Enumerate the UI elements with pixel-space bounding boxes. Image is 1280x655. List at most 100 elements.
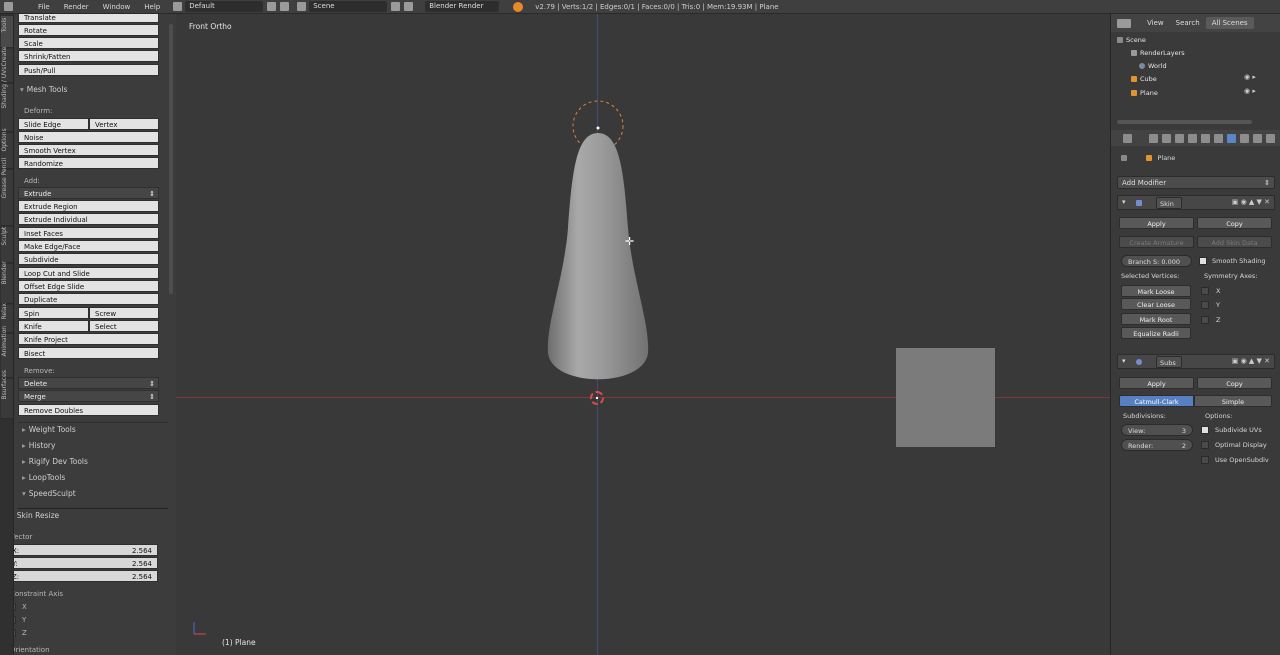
merge-menu[interactable]: Merge ⇕ bbox=[18, 390, 159, 402]
remove-doubles-button[interactable]: Remove Doubles bbox=[18, 404, 159, 416]
subsurf-apply-button[interactable]: Apply bbox=[1119, 377, 1194, 389]
outliner-scrollbar[interactable] bbox=[1117, 120, 1252, 124]
symmetry-z-checkbox[interactable] bbox=[1201, 316, 1209, 324]
constraint-x-checkbox[interactable] bbox=[14, 603, 16, 611]
constraints-tab-icon[interactable] bbox=[1201, 134, 1210, 143]
delete-menu[interactable]: Delete ⇕ bbox=[18, 377, 159, 389]
3d-viewport[interactable]: Front Ortho ✛ (1) Plane bbox=[176, 14, 1110, 655]
subsurf-modifier-header[interactable]: ▾ Subs ▣ ◉ ▲ ▼ ✕ bbox=[1117, 354, 1275, 369]
add-modifier-menu[interactable]: Add Modifier ⇕ bbox=[1117, 176, 1275, 189]
scene-icon[interactable] bbox=[297, 2, 307, 11]
render-engine-select[interactable]: Blender Render bbox=[425, 1, 500, 12]
mark-root-button[interactable]: Mark Root bbox=[1121, 313, 1191, 325]
create-armature-button[interactable]: Create Armature bbox=[1119, 236, 1194, 248]
make-edge-face-button[interactable]: Make Edge/Face bbox=[18, 240, 159, 252]
knife-button[interactable]: Knife bbox=[18, 320, 89, 332]
tab-tools[interactable]: Tools bbox=[1, 16, 13, 48]
history-header[interactable]: ▸ History bbox=[22, 441, 55, 450]
tree-item-plane[interactable]: Plane bbox=[1131, 87, 1158, 99]
looptools-header[interactable]: ▸ LoopTools bbox=[22, 473, 65, 482]
weight-tools-header[interactable]: ▸ Weight Tools bbox=[22, 425, 76, 434]
constraint-z-checkbox[interactable] bbox=[14, 629, 16, 637]
duplicate-button[interactable]: Duplicate bbox=[18, 293, 159, 305]
symmetry-y-checkbox[interactable] bbox=[1201, 301, 1209, 309]
modifier-controls-icons[interactable]: ▣ ◉ ▲ ▼ ✕ bbox=[1232, 198, 1270, 206]
screw-button[interactable]: Screw bbox=[89, 307, 159, 319]
all-scenes-select[interactable]: All Scenes bbox=[1205, 17, 1254, 29]
world-tab-icon[interactable] bbox=[1175, 134, 1184, 143]
scene-tab-icon[interactable] bbox=[1162, 134, 1171, 143]
close-layout-icon[interactable] bbox=[280, 2, 290, 11]
equalize-radii-button[interactable]: Equalize Radii bbox=[1121, 327, 1191, 339]
skin-modifier-header[interactable]: ▾ Skin ▣ ◉ ▲ ▼ ✕ bbox=[1117, 195, 1275, 210]
render-layers-tab-icon[interactable] bbox=[1149, 134, 1158, 143]
branch-smoothing-field[interactable]: Branch S: 0.000 bbox=[1121, 255, 1192, 267]
extrude-region-button[interactable]: Extrude Region bbox=[18, 200, 159, 212]
texture-tab-icon[interactable] bbox=[1253, 134, 1262, 143]
scale-button[interactable]: Scale bbox=[18, 37, 159, 49]
translate-button[interactable]: Translate bbox=[18, 14, 159, 23]
render-levels-field[interactable]: Render: 2 bbox=[1121, 439, 1193, 451]
tree-item-scene[interactable]: Scene bbox=[1117, 34, 1267, 46]
object-tab-icon[interactable] bbox=[1188, 134, 1197, 143]
knife-project-button[interactable]: Knife Project bbox=[18, 333, 159, 345]
tab-blender[interactable]: Blender bbox=[1, 261, 13, 304]
catmull-clark-toggle[interactable]: Catmull-Clark bbox=[1119, 395, 1194, 407]
plane-object[interactable] bbox=[896, 348, 995, 447]
screen-layout-icon[interactable] bbox=[173, 2, 183, 11]
rotate-button[interactable]: Rotate bbox=[18, 24, 159, 36]
mark-loose-button[interactable]: Mark Loose bbox=[1121, 285, 1191, 297]
vector-y-field[interactable]: Y:2.564 bbox=[14, 557, 158, 569]
render-tab-icon[interactable] bbox=[1123, 134, 1132, 143]
visibility-eye-icon[interactable]: ◉ ▸ bbox=[1244, 87, 1274, 97]
vertex-button[interactable]: Vertex bbox=[89, 118, 159, 130]
noise-button[interactable]: Noise bbox=[18, 131, 159, 143]
mesh-tools-header[interactable]: ▾ Mesh Tools bbox=[20, 85, 67, 94]
tab-shading-uvs[interactable]: Shading / UVs bbox=[1, 66, 13, 132]
offset-edge-slide-button[interactable]: Offset Edge Slide bbox=[18, 280, 159, 292]
editor-type-icon[interactable] bbox=[4, 2, 13, 11]
spin-button[interactable]: Spin bbox=[18, 307, 89, 319]
3d-cursor-icon[interactable] bbox=[590, 391, 604, 405]
vector-z-field[interactable]: Z: 2.564 bbox=[14, 570, 158, 582]
layout-field[interactable]: Default bbox=[185, 1, 264, 12]
tree-item-world[interactable]: World bbox=[1139, 60, 1167, 72]
clear-loose-button[interactable]: Clear Loose bbox=[1121, 298, 1191, 310]
select-button[interactable]: Select bbox=[89, 320, 159, 332]
add-skin-data-button[interactable]: Add Skin Data bbox=[1197, 236, 1272, 248]
menu-window[interactable]: Window bbox=[96, 3, 138, 11]
tab-sculpt[interactable]: Sculpt bbox=[1, 226, 13, 263]
close-scene-icon[interactable] bbox=[404, 2, 414, 11]
skin-copy-button[interactable]: Copy bbox=[1197, 217, 1272, 229]
menu-help[interactable]: Help bbox=[137, 3, 167, 11]
slide-edge-button[interactable]: Slide Edge bbox=[18, 118, 89, 130]
speedsculpt-header[interactable]: ▾ SpeedSculpt bbox=[22, 489, 76, 498]
symmetry-x-checkbox[interactable] bbox=[1201, 287, 1209, 295]
skin-mesh-object[interactable] bbox=[538, 98, 658, 398]
rigify-dev-tools-header[interactable]: ▸ Rigify Dev Tools bbox=[22, 457, 88, 466]
subdivide-uvs-checkbox[interactable] bbox=[1201, 426, 1209, 434]
material-tab-icon[interactable] bbox=[1240, 134, 1249, 143]
simple-toggle[interactable]: Simple bbox=[1194, 395, 1272, 407]
optimal-display-checkbox[interactable] bbox=[1201, 441, 1209, 449]
subsurf-modifier-name-field[interactable]: Subs bbox=[1156, 356, 1182, 368]
use-opensubdiv-checkbox[interactable] bbox=[1201, 456, 1209, 464]
visibility-eye-icon[interactable]: ◉ ▸ bbox=[1244, 73, 1274, 83]
outliner-search-menu[interactable]: Search bbox=[1170, 19, 1206, 27]
outliner-view-menu[interactable]: View bbox=[1141, 19, 1170, 27]
randomize-button[interactable]: Randomize bbox=[18, 157, 159, 169]
subdivide-button[interactable]: Subdivide bbox=[18, 253, 159, 265]
data-tab-icon[interactable] bbox=[1227, 134, 1236, 143]
menu-file[interactable]: File bbox=[31, 3, 57, 11]
push-pull-button[interactable]: Push/Pull bbox=[18, 64, 159, 76]
add-layout-icon[interactable] bbox=[267, 2, 277, 11]
skin-apply-button[interactable]: Apply bbox=[1119, 217, 1194, 229]
add-scene-icon[interactable] bbox=[391, 2, 401, 11]
physics-tab-icon[interactable] bbox=[1266, 134, 1275, 143]
inset-faces-button[interactable]: Inset Faces bbox=[18, 227, 159, 239]
subsurf-copy-button[interactable]: Copy bbox=[1197, 377, 1272, 389]
view-levels-field[interactable]: View: 3 bbox=[1121, 424, 1193, 436]
modifiers-wrench-icon[interactable] bbox=[1214, 134, 1223, 143]
tree-item-cube[interactable]: Cube bbox=[1131, 73, 1157, 85]
tree-item-renderlayers[interactable]: RenderLayers bbox=[1131, 47, 1185, 59]
